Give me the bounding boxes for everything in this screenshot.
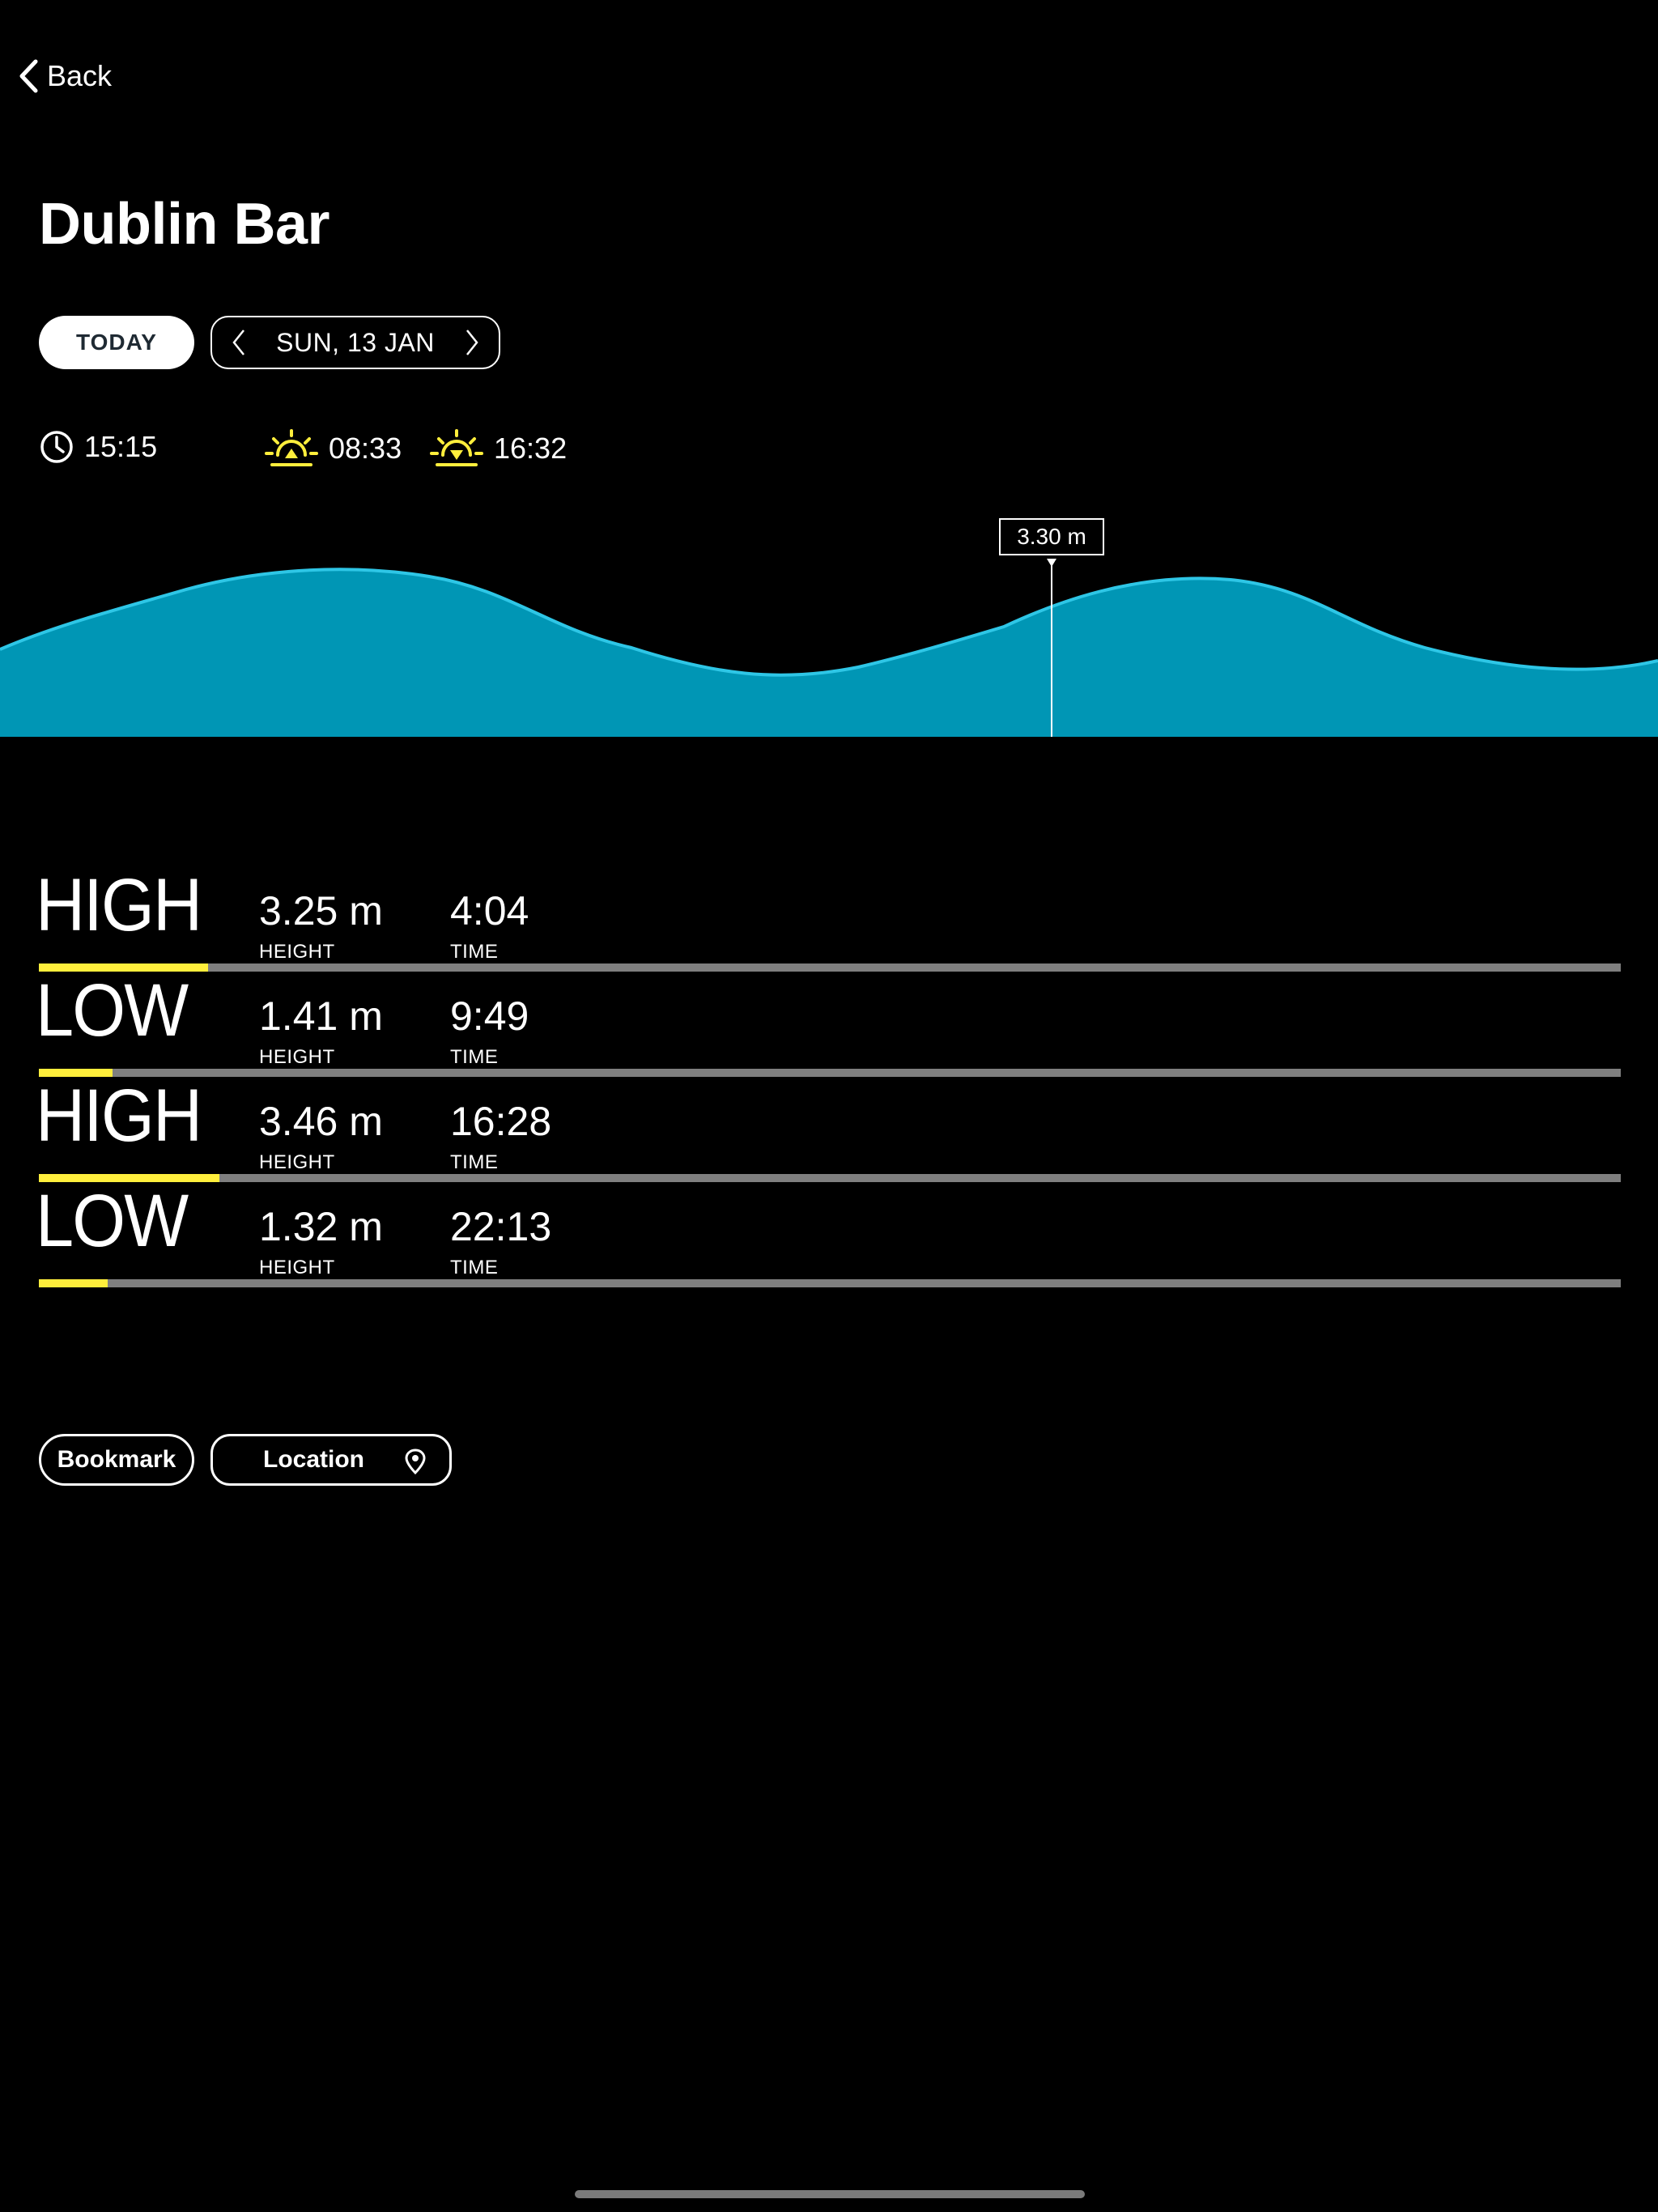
tide-row: HIGH 3.25 m HEIGHT 4:04 TIME: [36, 868, 1621, 973]
tide-kind: LOW: [36, 1180, 189, 1262]
tide-kind: LOW: [36, 969, 189, 1052]
chevron-right-icon: [466, 330, 478, 355]
tide-kind: HIGH: [36, 1074, 202, 1157]
previous-day-button[interactable]: [227, 326, 251, 359]
tide-height: 3.46 m: [259, 1099, 383, 1144]
tide-row: LOW 1.41 m HEIGHT 9:49 TIME: [36, 973, 1621, 1078]
date-picker: SUN, 13 JAN: [210, 316, 500, 369]
location-button[interactable]: Location: [210, 1434, 452, 1486]
date-label: SUN, 13 JAN: [276, 327, 435, 357]
clock-icon: [40, 431, 73, 463]
tide-cursor-label: 3.30 m: [999, 518, 1104, 555]
tide-level-track: [39, 1279, 1621, 1287]
sunrise-value: 08:33: [329, 432, 402, 465]
home-indicator: [575, 2190, 1085, 2198]
tide-time: 22:13: [450, 1204, 552, 1249]
back-button[interactable]: Back: [18, 58, 112, 94]
tide-level-track: [39, 1069, 1621, 1077]
sunrise-time: 08:33: [264, 429, 402, 468]
tide-level-track: [39, 1174, 1621, 1182]
map-pin-icon: [405, 1448, 426, 1475]
chevron-left-icon: [19, 59, 38, 93]
tide-height-label: HEIGHT: [259, 941, 335, 963]
tide-cursor-arrow: [1047, 559, 1056, 567]
sunset-icon: [430, 429, 483, 466]
tide-chart[interactable]: [0, 510, 1658, 737]
tide-time-label: TIME: [450, 1046, 499, 1068]
current-time-value: 15:15: [84, 430, 158, 463]
tide-height-label: HEIGHT: [259, 1046, 335, 1068]
tide-row: HIGH 3.46 m HEIGHT 16:28 TIME: [36, 1078, 1621, 1184]
sunset-time: 16:32: [429, 429, 567, 468]
tide-level-fill: [39, 1279, 108, 1287]
tide-row: LOW 1.32 m HEIGHT 22:13 TIME: [36, 1184, 1621, 1289]
next-day-button[interactable]: [460, 326, 484, 359]
tide-time: 16:28: [450, 1099, 552, 1144]
tide-time: 4:04: [450, 888, 529, 934]
tide-height: 1.32 m: [259, 1204, 383, 1249]
current-time: 15:15: [39, 429, 157, 465]
chevron-left-icon: [232, 330, 244, 355]
page-title: Dublin Bar: [39, 192, 330, 257]
tide-time-label: TIME: [450, 1151, 499, 1173]
tide-height: 3.25 m: [259, 888, 383, 934]
tide-time-label: TIME: [450, 941, 499, 963]
sunset-value: 16:32: [494, 432, 568, 465]
tide-height-label: HEIGHT: [259, 1151, 335, 1173]
tide-level-track: [39, 963, 1621, 972]
tide-area: [0, 569, 1658, 737]
tide-time: 9:49: [450, 993, 529, 1039]
back-label: Back: [47, 59, 113, 92]
today-button[interactable]: TODAY: [39, 316, 194, 369]
tide-height-label: HEIGHT: [259, 1257, 335, 1278]
tide-time-label: TIME: [450, 1257, 499, 1278]
bookmark-button[interactable]: Bookmark: [39, 1434, 194, 1486]
location-label: Location: [263, 1446, 364, 1473]
tide-kind: HIGH: [36, 864, 202, 946]
tide-height: 1.41 m: [259, 993, 383, 1039]
sunrise-icon: [265, 429, 318, 466]
